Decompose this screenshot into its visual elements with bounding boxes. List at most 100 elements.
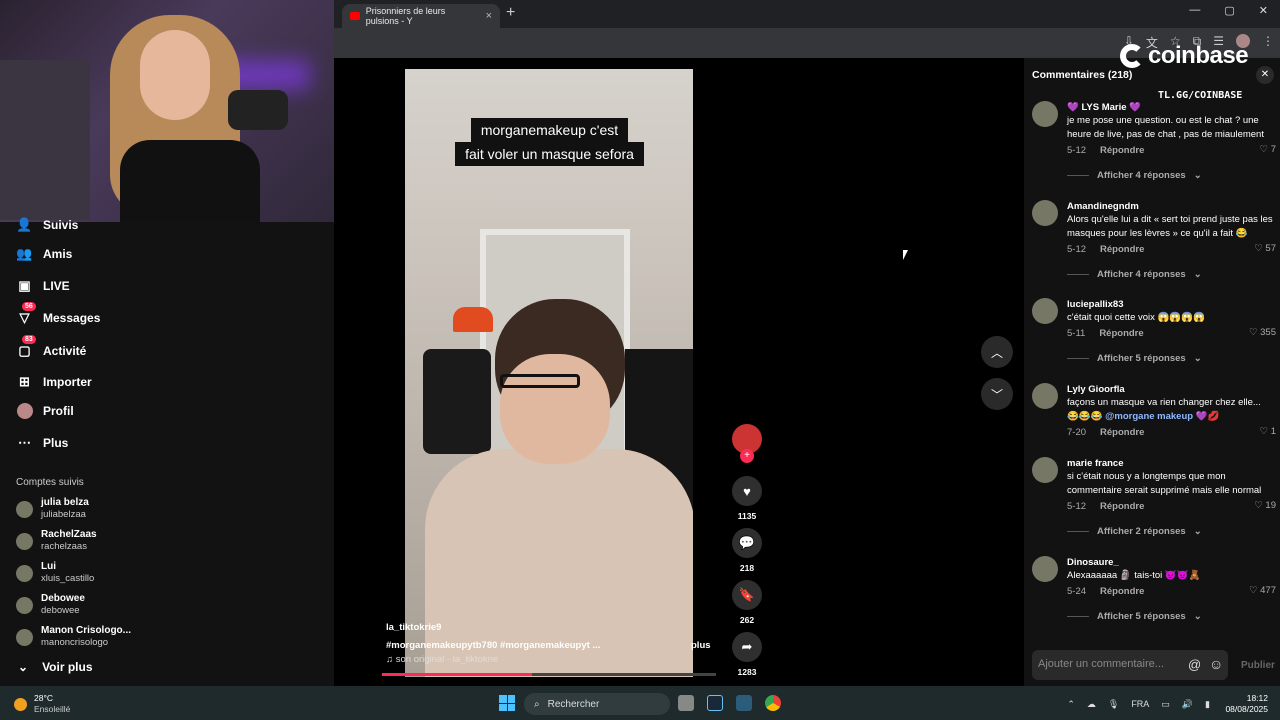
nav-more[interactable]: ⋯ Plus [16,434,68,451]
new-tab-button[interactable]: + [506,4,515,22]
followed-account[interactable]: RachelZaas rachelzaas [16,529,97,553]
followed-account[interactable]: Debowee debowee [16,593,85,617]
display-icon[interactable]: ▭ [1161,699,1170,710]
show-replies-button[interactable]: Afficher 5 réponses ⌄ [1067,611,1276,622]
taskbar-search[interactable]: ⌕ Rechercher [524,693,670,715]
search-label: Rechercher [547,698,600,710]
like-button[interactable]: ♥ 1135 [731,476,763,521]
comment-author[interactable]: Amandinegndm [1067,200,1276,213]
friends-icon: 👥 [16,245,33,261]
messages-icon: ▽ 56 [16,302,36,326]
comment-author[interactable]: luciepallix83 [1067,298,1276,311]
comment-author[interactable]: Dinosaure_ [1067,556,1276,569]
nav-profile[interactable]: Profil [16,402,74,419]
followed-account[interactable]: julia belza juliabelzaa [16,497,89,521]
comment-like[interactable]: ♡ 1 [1260,426,1276,437]
divider [1067,531,1089,532]
comment-mention[interactable]: @morgane makeup [1105,411,1193,422]
nav-following[interactable]: 👤 Suivis [16,216,78,233]
publish-button[interactable]: Publier [1241,660,1275,671]
reply-button[interactable]: Répondre [1100,501,1144,512]
comment-icon: 💬 [732,528,762,558]
window-controls: — ▢ ✕ [1189,4,1268,17]
streamer-body [120,140,260,222]
nav-upload[interactable]: ⊞ Importer [16,373,92,390]
save-count: 262 [739,615,755,625]
reply-button[interactable]: Répondre [1100,427,1144,438]
comment-author[interactable]: marie france [1067,457,1276,470]
avatar[interactable] [1032,383,1058,409]
terminal-icon[interactable] [736,695,752,711]
video-author[interactable]: la_tiktokrie9 [386,622,441,633]
maximize-icon[interactable]: ▢ [1224,4,1234,17]
progress-fill [382,673,533,676]
close-tab-icon[interactable]: × [486,10,492,22]
show-replies-button[interactable]: Afficher 4 réponses ⌄ [1067,269,1276,280]
nav-activity[interactable]: ▢ 83 Activité [16,335,86,359]
avatar[interactable] [1032,556,1058,582]
show-replies-button[interactable]: Afficher 4 réponses ⌄ [1067,170,1276,181]
nav-live[interactable]: ▣ LIVE [16,277,69,294]
chevron-up-icon[interactable]: ⌃ [1067,699,1075,710]
menu-icon[interactable]: ⋮ [1262,34,1274,51]
next-video-button[interactable]: ﹀ [981,378,1013,410]
chevron-down-icon: ⌄ [1193,353,1202,364]
comment-author[interactable]: 💜 LYS Marie 💜 [1067,101,1276,114]
comment-like[interactable]: ♡ 477 [1249,585,1276,596]
chrome-icon[interactable] [765,695,781,711]
nav-friends[interactable]: 👥 Amis [16,245,72,262]
comment-like[interactable]: ♡ 19 [1254,500,1276,511]
avatar[interactable] [1032,101,1058,127]
video-hashtags[interactable]: #morganemakeupytb780 #morganemakeupyt ..… [386,640,600,651]
reply-button[interactable]: Répondre [1100,244,1144,255]
comment-author[interactable]: Lyly Gioorfla [1067,383,1276,396]
microphone-icon[interactable]: 🎙 [1108,699,1119,710]
avatar [16,500,33,518]
comment-like[interactable]: ♡ 355 [1249,327,1276,338]
nav-label: Importer [43,374,92,389]
comment-like[interactable]: ♡ 57 [1254,243,1276,254]
follow-plus-icon[interactable]: + [740,449,754,463]
see-more-button[interactable]: ⌄ Voir plus [18,660,93,674]
reply-button[interactable]: Répondre [1099,328,1143,339]
nav-messages[interactable]: ▽ 56 Messages [16,302,100,326]
avatar[interactable] [1032,200,1058,226]
reply-button[interactable]: Répondre [1100,586,1144,597]
followed-account[interactable]: Lui xluis_castillo [16,561,94,585]
mention-icon[interactable]: @ [1188,657,1201,672]
windows-start-icon[interactable] [499,695,515,711]
task-view-icon[interactable] [678,695,694,711]
avatar[interactable] [1032,457,1058,483]
weather-widget[interactable]: 28°C Ensoleillé [14,693,70,715]
show-replies-button[interactable]: Afficher 2 réponses ⌄ [1067,526,1276,537]
browser-tab[interactable]: Prisonniers de leurs pulsions - Y × [342,4,500,28]
coinbase-icon [1120,44,1144,68]
language-indicator[interactable]: FRA [1131,699,1149,710]
caption-line: morganemakeup c'est [470,118,629,142]
volume-icon[interactable]: 🔊 [1182,699,1193,710]
taskbar-clock[interactable]: 18:12 08/08/2025 [1225,693,1268,715]
battery-icon[interactable]: ▮ [1205,699,1210,710]
video-sound[interactable]: ♫ son original - la_tiktokrie [386,654,498,665]
previous-video-button[interactable]: ︿ [981,336,1013,368]
avatar[interactable] [1032,298,1058,324]
show-replies-button[interactable]: Afficher 5 réponses ⌄ [1067,353,1276,364]
emoji-icon[interactable]: ☺ [1209,656,1223,672]
followed-account[interactable]: Manon Crisologo... manoncrisologo [16,625,131,649]
chevron-down-icon: ⌄ [1193,170,1202,181]
video-progress-bar[interactable] [382,673,716,676]
comment-like[interactable]: ♡ 7 [1260,144,1276,155]
comment-button[interactable]: 💬 218 [731,528,763,573]
video-more-link[interactable]: plus [691,640,711,651]
account-name: RachelZaas [41,529,97,540]
account-name: Lui [41,561,56,572]
minimize-icon[interactable]: — [1189,4,1200,17]
close-window-icon[interactable]: ✕ [1259,4,1268,17]
save-button[interactable]: 🔖 262 [731,580,763,625]
divider [1067,175,1089,176]
close-comments-icon[interactable]: ✕ [1256,66,1274,84]
share-button[interactable]: ➦ 1283 [731,632,763,677]
network-status-icon[interactable]: ☁ [1087,699,1096,710]
reply-button[interactable]: Répondre [1100,145,1144,156]
steam-icon[interactable] [707,695,723,711]
